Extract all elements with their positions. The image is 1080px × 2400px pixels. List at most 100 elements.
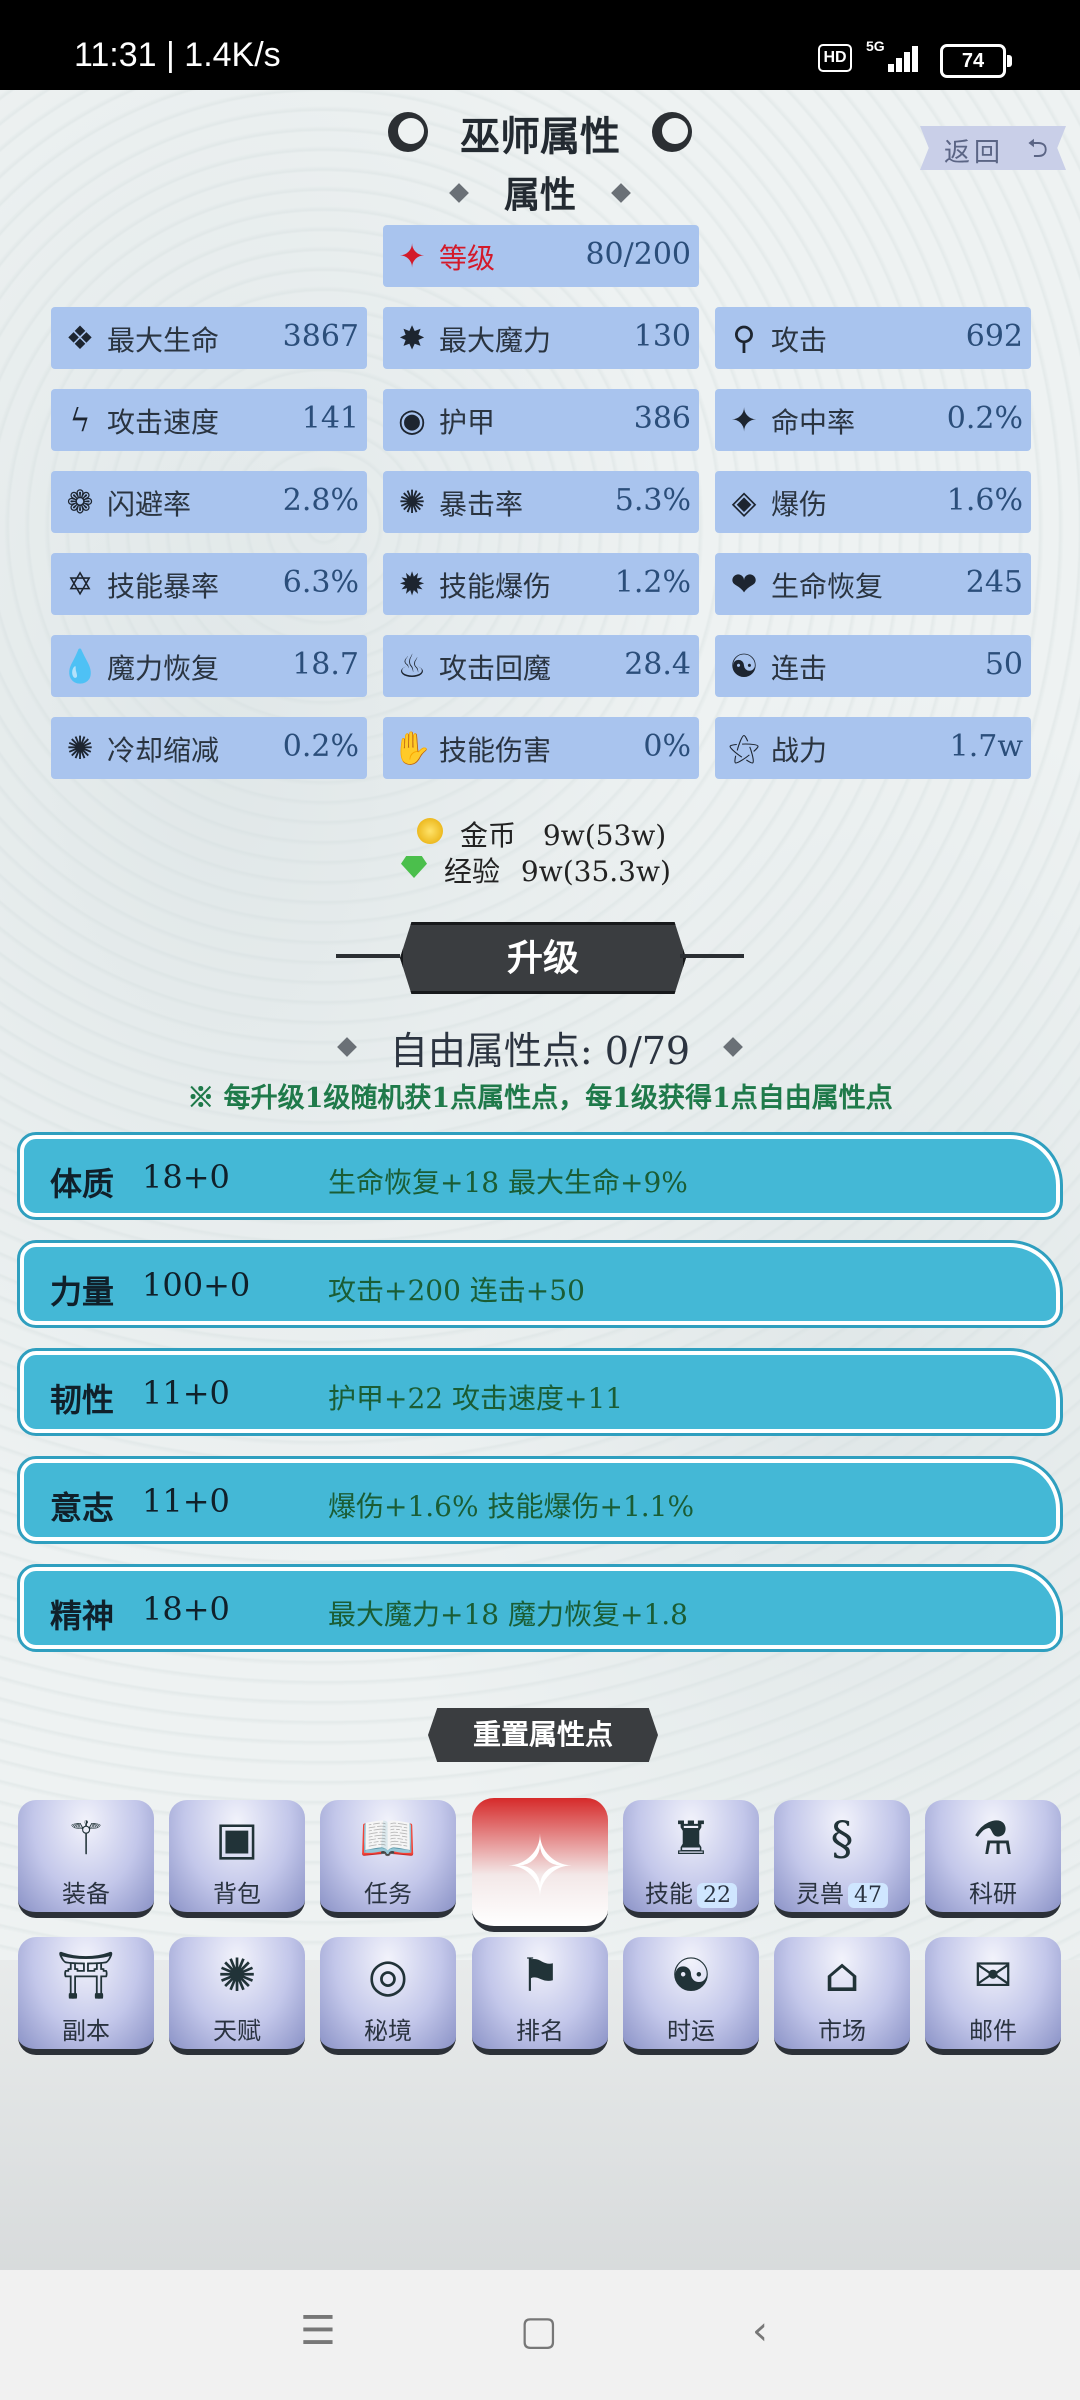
stat-label: 暴击率 [439, 488, 524, 521]
stat-tile: ✺ 冷却缩减 0.2% [51, 717, 367, 779]
menu-button[interactable]: ⚑ 排名 [472, 1937, 608, 2055]
attribute-effect: 护甲+22 攻击速度+11 [328, 1382, 624, 1415]
stat-tile: ⚲ 攻击 692 [715, 307, 1031, 369]
heart-shield-icon: ❖ [65, 319, 95, 357]
lightning-icon: ϟ [69, 401, 91, 439]
menu-label: 灵兽 [796, 1880, 844, 1908]
stat-value: 5.3% [614, 483, 691, 518]
attribute-row[interactable]: 体质 18+0 生命恢复+18 最大生命+9% [17, 1132, 1063, 1220]
return-arrow-icon: ⮌ [1027, 134, 1048, 164]
level-tile: ✦ 等级 80/200 [383, 225, 699, 287]
stat-tile: ☯ 连击 50 [715, 635, 1031, 697]
stat-value: 3867 [282, 319, 359, 354]
center-logo-button[interactable]: ✧ [472, 1798, 608, 1932]
stat-label: 技能暴率 [107, 570, 220, 603]
stat-value: 141 [301, 401, 359, 436]
broken-shield-icon: ◈ [731, 483, 757, 521]
level-value: 80/200 [585, 237, 691, 272]
menu-button[interactable]: ▣ 背包 [169, 1800, 305, 1918]
medallion-icon: ✺ [217, 1948, 257, 2002]
stat-value: 6.3% [282, 565, 359, 600]
attribute-points: 18+0 [142, 1158, 230, 1196]
menu-button[interactable]: 📖 任务 [320, 1800, 456, 1918]
level-up-note: ※ 每升级1级随机获1点属性点，每1级获得1点自由属性点 [187, 1083, 893, 1114]
menu-badge: 22 [697, 1883, 737, 1908]
menu-button[interactable]: ◎ 秘境 [320, 1937, 456, 2055]
stat-tile: ✺ 暴击率 5.3% [383, 471, 699, 533]
dragon-icon: § [830, 1811, 854, 1865]
menu-button[interactable]: ☯ 时运 [623, 1937, 759, 2055]
attribute-effect: 最大魔力+18 魔力恢复+1.8 [328, 1598, 688, 1631]
stat-tile: ⚝ 战力 1.7w [715, 717, 1031, 779]
level-label: 等级 [439, 242, 496, 275]
banner-icon: ⛩ [56, 1948, 116, 2002]
skill-hand-icon: ✋ [392, 729, 432, 767]
gold-label: 金币 [460, 819, 517, 852]
stat-tile: ❖ 最大生命 3867 [51, 307, 367, 369]
menu-button[interactable]: ✺ 天赋 [169, 1937, 305, 2055]
menu-button[interactable]: ♜ 技能 22 [623, 1800, 759, 1918]
level-star-icon: ✦ [398, 237, 426, 275]
attribute-points: 11+0 [142, 1374, 230, 1412]
menu-nav-icon[interactable]: ☰ [300, 2308, 336, 2354]
skill-books-icon: ♜ [670, 1811, 712, 1865]
swirl-ornament-icon [652, 112, 692, 152]
hexagram-icon: ✡ [66, 565, 94, 603]
stat-label: 命中率 [771, 406, 856, 439]
stat-label: 最大生命 [107, 324, 220, 357]
stat-tile: 💧 魔力恢复 18.7 [51, 635, 367, 697]
status-time: 11:31 | 1.4K/s [74, 36, 281, 74]
menu-button[interactable]: ⌂ 市场 [774, 1937, 910, 2055]
stat-label: 生命恢复 [771, 570, 884, 603]
stat-tile: ◉ 护甲 386 [383, 389, 699, 451]
potion-icon: ⚗ [972, 1811, 1014, 1865]
stat-label: 护甲 [439, 406, 496, 439]
reset-points-button[interactable]: 重置属性点 [428, 1708, 658, 1762]
stat-value: 130 [633, 319, 691, 354]
stat-label: 爆伤 [771, 488, 828, 521]
attribute-effect: 攻击+200 连击+50 [328, 1274, 585, 1307]
home-nav-icon[interactable]: ▢ [520, 2308, 558, 2354]
menu-button[interactable]: § 灵兽 47 [774, 1800, 910, 1918]
attribute-row[interactable]: 精神 18+0 最大魔力+18 魔力恢复+1.8 [17, 1564, 1063, 1652]
attribute-points: 11+0 [142, 1482, 230, 1520]
menu-button[interactable]: ⚗ 科研 [925, 1800, 1061, 1918]
menu-button[interactable]: ⚚ 装备 [18, 1800, 154, 1918]
wing-ornament [680, 954, 744, 958]
menu-button[interactable]: ✉ 邮件 [925, 1937, 1061, 2055]
stat-tile: ✡ 技能暴率 6.3% [51, 553, 367, 615]
upgrade-button[interactable]: 升级 [400, 922, 686, 994]
stat-label: 技能爆伤 [439, 570, 552, 603]
return-button[interactable]: 返回 ⮌ [920, 126, 1066, 170]
stat-label: 技能伤害 [439, 734, 552, 767]
gold-display: 金币 9w(53w) [460, 814, 666, 854]
menu-label: 邮件 [969, 2017, 1017, 2045]
stat-tile: ✸ 最大魔力 130 [383, 307, 699, 369]
back-nav-icon[interactable]: ‹ [752, 2308, 768, 2354]
attribute-row[interactable]: 意志 11+0 爆伤+1.6% 技能爆伤+1.1% [17, 1456, 1063, 1544]
attribute-name: 力量 [50, 1273, 115, 1311]
stat-value: 1.7w [949, 729, 1023, 764]
stat-tile: ϟ 攻击速度 141 [51, 389, 367, 451]
stat-tile: ❤ 生命恢复 245 [715, 553, 1031, 615]
stat-value: 692 [965, 319, 1023, 354]
rank-signpost-icon: ⚑ [519, 1948, 561, 2002]
stat-label: 魔力恢复 [107, 652, 220, 685]
stat-value: 245 [965, 565, 1023, 600]
stat-value: 0.2% [282, 729, 359, 764]
magic-burst-icon: ✸ [398, 319, 426, 357]
stat-label: 攻击 [771, 324, 828, 357]
stat-value: 1.6% [946, 483, 1023, 518]
gold-value: 9w(53w) [542, 819, 667, 852]
menu-label: 科研 [969, 1880, 1017, 1908]
exp-display: 经验 9w(35.3w) [444, 850, 671, 890]
menu-button[interactable]: ⛩ 副本 [18, 1937, 154, 2055]
exp-label: 经验 [444, 855, 501, 888]
attribute-row[interactable]: 韧性 11+0 护甲+22 攻击速度+11 [17, 1348, 1063, 1436]
attribute-row[interactable]: 力量 100+0 攻击+200 连击+50 [17, 1240, 1063, 1328]
stat-value: 28.4 [624, 647, 691, 682]
signal-icon [888, 42, 926, 72]
stat-value: 18.7 [292, 647, 359, 682]
stat-label: 攻击速度 [107, 406, 220, 439]
stat-value: 0% [643, 729, 691, 764]
